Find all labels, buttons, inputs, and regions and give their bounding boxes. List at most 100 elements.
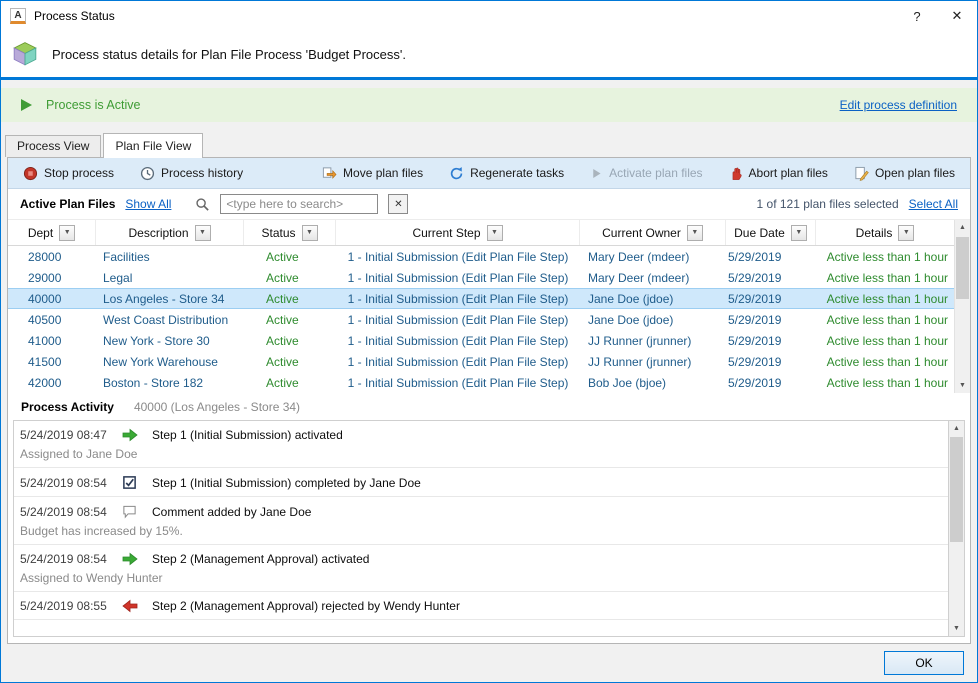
abort-plan-files-icon (729, 166, 743, 181)
activate-plan-files-icon (590, 167, 603, 180)
cell-current-owner: Jane Doe (jdoe) (580, 309, 726, 330)
cell-status: Active (244, 351, 336, 372)
edit-process-definition-link[interactable]: Edit process definition (840, 98, 957, 112)
plan-files-table: Dept ▼ Description ▼ Status ▼ Current St… (8, 220, 970, 393)
activity-event-main: 5/24/2019 08:54 Step 1 (Initial Submissi… (20, 475, 938, 490)
cell-status: Active (244, 246, 336, 267)
close-button[interactable]: ✕ (937, 1, 977, 31)
event-text: Step 2 (Management Approval) rejected by… (152, 599, 460, 613)
open-plan-files-label: Open plan files (875, 166, 955, 180)
table-scroll-down-icon[interactable]: ▼ (955, 378, 970, 393)
cell-due-date: 5/29/2019 (726, 309, 816, 330)
table-row[interactable]: 29000 Legal Active 1 - Initial Submissio… (8, 267, 954, 288)
help-button[interactable]: ? (897, 1, 937, 31)
dept-filter-dropdown[interactable]: ▼ (59, 225, 75, 241)
event-text: Step 1 (Initial Submission) completed by… (152, 476, 421, 490)
comment-icon (122, 504, 152, 519)
activity-event: 5/24/2019 08:54 Comment added by Jane Do… (14, 497, 948, 545)
step-activated-icon (122, 552, 152, 566)
status-filter-dropdown[interactable]: ▼ (302, 225, 318, 241)
cell-details: Active less than 1 hour (816, 309, 954, 330)
step-activated-icon (122, 428, 152, 442)
cell-due-date: 5/29/2019 (726, 330, 816, 351)
details-filter-dropdown[interactable]: ▼ (898, 225, 914, 241)
cell-details: Active less than 1 hour (816, 351, 954, 372)
cell-current-step: 1 - Initial Submission (Edit Plan File S… (336, 309, 580, 330)
table-scroll-track[interactable] (955, 235, 970, 378)
move-plan-files-button[interactable]: Move plan files (316, 163, 428, 184)
current-owner-filter-dropdown[interactable]: ▼ (687, 225, 703, 241)
cell-dept: 40000 (8, 288, 96, 309)
process-active-icon (21, 99, 32, 111)
tab-plan-file-view[interactable]: Plan File View (103, 133, 203, 158)
current-owner-header-label: Current Owner (602, 226, 681, 240)
table-row[interactable]: 28000 Facilities Active 1 - Initial Subm… (8, 246, 954, 267)
cell-dept: 29000 (8, 267, 96, 288)
cell-description: Facilities (96, 246, 244, 267)
cell-dept: 40500 (8, 309, 96, 330)
event-timestamp: 5/24/2019 08:47 (20, 428, 122, 442)
status-banner: Process is Active Edit process definitio… (1, 88, 977, 122)
ok-button[interactable]: OK (884, 651, 964, 675)
regenerate-tasks-icon (449, 166, 464, 181)
cell-current-step: 1 - Initial Submission (Edit Plan File S… (336, 372, 580, 393)
titlebar: A Process Status ? ✕ (1, 1, 977, 31)
activate-plan-files-label: Activate plan files (609, 166, 702, 180)
activity-scroll-thumb[interactable] (950, 437, 963, 542)
current-step-filter-dropdown[interactable]: ▼ (487, 225, 503, 241)
stop-process-button[interactable]: Stop process (18, 163, 119, 184)
activity-scroll-up-icon[interactable]: ▲ (949, 421, 964, 436)
table-scroll-up-icon[interactable]: ▲ (955, 220, 970, 235)
event-subtext: Assigned to Jane Doe (20, 447, 938, 461)
dialog-header: Process status details for Plan File Pro… (1, 31, 977, 80)
activity-scrollbar[interactable]: ▲ ▼ (948, 421, 964, 636)
activate-plan-files-button[interactable]: Activate plan files (585, 163, 707, 183)
process-history-icon (140, 166, 155, 181)
due-date-filter-dropdown[interactable]: ▼ (791, 225, 807, 241)
window-title: Process Status (34, 9, 115, 23)
table-row[interactable]: 41000 New York - Store 30 Active 1 - Ini… (8, 330, 954, 351)
tab-process-view[interactable]: Process View (5, 135, 101, 157)
cell-current-owner: Mary Deer (mdeer) (580, 267, 726, 288)
details-column-header: Details ▼ (816, 220, 954, 245)
table-scrollbar[interactable]: ▲ ▼ (954, 220, 970, 393)
regenerate-tasks-button[interactable]: Regenerate tasks (444, 163, 569, 184)
cell-dept: 28000 (8, 246, 96, 267)
dialog-footer: OK (1, 644, 977, 682)
cell-current-owner: Bob Joe (bjoe) (580, 372, 726, 393)
cell-current-step: 1 - Initial Submission (Edit Plan File S… (336, 267, 580, 288)
header-text: Process status details for Plan File Pro… (52, 47, 406, 62)
clear-search-button[interactable]: ✕ (388, 194, 408, 214)
dept-column-header: Dept ▼ (8, 220, 96, 245)
status-header-label: Status (261, 226, 295, 240)
cell-current-step: 1 - Initial Submission (Edit Plan File S… (336, 330, 580, 351)
activity-scroll-track[interactable] (949, 436, 964, 621)
activity-scroll-down-icon[interactable]: ▼ (949, 621, 964, 636)
process-history-button[interactable]: Process history (135, 163, 248, 184)
table-row[interactable]: 40500 West Coast Distribution Active 1 -… (8, 309, 954, 330)
table-row[interactable]: 42000 Boston - Store 182 Active 1 - Init… (8, 372, 954, 393)
open-plan-files-button[interactable]: Open plan files (849, 163, 960, 184)
step-completed-icon (122, 475, 152, 490)
table-scroll-thumb[interactable] (956, 237, 969, 299)
toolbar: Stop process Process history Move plan f… (8, 158, 970, 189)
process-activity-subtitle: 40000 (Los Angeles - Store 34) (134, 400, 300, 414)
show-all-link[interactable]: Show All (125, 197, 171, 211)
cell-current-step: 1 - Initial Submission (Edit Plan File S… (336, 246, 580, 267)
select-all-link[interactable]: Select All (909, 197, 958, 211)
table-row[interactable]: 40000 Los Angeles - Store 34 Active 1 - … (8, 288, 954, 309)
description-filter-dropdown[interactable]: ▼ (195, 225, 211, 241)
event-timestamp: 5/24/2019 08:54 (20, 476, 122, 490)
table-row[interactable]: 41500 New York Warehouse Active 1 - Init… (8, 351, 954, 372)
cell-due-date: 5/29/2019 (726, 267, 816, 288)
process-history-label: Process history (161, 166, 243, 180)
cell-current-step: 1 - Initial Submission (Edit Plan File S… (336, 288, 580, 309)
cell-due-date: 5/29/2019 (726, 372, 816, 393)
search-input[interactable] (220, 194, 378, 214)
dept-header-label: Dept (28, 226, 53, 240)
event-timestamp: 5/24/2019 08:54 (20, 552, 122, 566)
abort-plan-files-button[interactable]: Abort plan files (724, 163, 833, 184)
status-text: Process is Active (46, 98, 140, 112)
event-text: Comment added by Jane Doe (152, 505, 311, 519)
plan-file-view-panel: Stop process Process history Move plan f… (7, 157, 971, 644)
